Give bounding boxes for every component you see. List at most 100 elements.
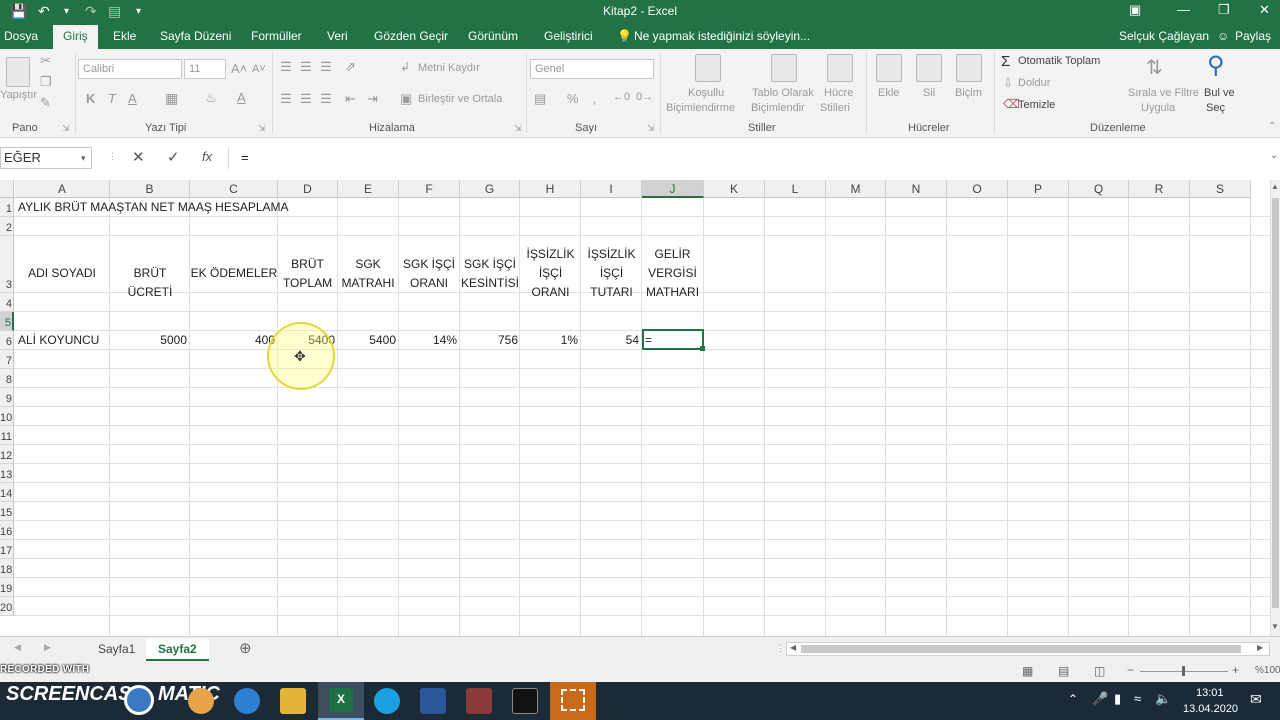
insert-cells-icon[interactable] bbox=[876, 54, 902, 82]
terminal-icon[interactable] bbox=[512, 688, 538, 714]
underline-button[interactable]: A bbox=[128, 91, 137, 106]
data-cell-gross-salary[interactable]: 5000 bbox=[110, 333, 187, 347]
row-header-2[interactable]: 2 bbox=[0, 217, 14, 236]
cell-styles-label-2[interactable]: Stilleri bbox=[820, 102, 850, 114]
column-header-g[interactable]: G bbox=[460, 180, 520, 198]
horizontal-scrollbar[interactable]: ◀ ▶ bbox=[786, 642, 1270, 656]
row-header-1[interactable]: 1 bbox=[0, 198, 14, 217]
battery-icon[interactable]: ▮ bbox=[1114, 691, 1121, 707]
ie-icon[interactable] bbox=[234, 688, 260, 714]
format-as-table-icon[interactable] bbox=[771, 54, 797, 82]
header-cell-name[interactable]: ADI SOYADI bbox=[15, 264, 109, 283]
recorder-taskbar-button[interactable] bbox=[550, 682, 596, 720]
row-header-19[interactable]: 19 bbox=[0, 578, 14, 597]
column-header-s[interactable]: S bbox=[1190, 180, 1251, 198]
percent-button[interactable]: % bbox=[567, 91, 579, 106]
skype-icon[interactable] bbox=[374, 688, 400, 714]
align-center-icon[interactable]: ☰ bbox=[300, 91, 312, 107]
notifications-icon[interactable]: ✉ bbox=[1250, 691, 1262, 708]
column-header-k[interactable]: K bbox=[704, 180, 765, 198]
name-box-dropdown-icon[interactable]: ▾ bbox=[81, 153, 86, 164]
find-select-label-1[interactable]: Bul ve bbox=[1204, 87, 1235, 99]
zoom-level[interactable]: %100 bbox=[1255, 665, 1280, 676]
format-table-label-2[interactable]: Biçimlendir bbox=[751, 102, 805, 114]
data-cell-unemployment-rate[interactable]: 1% bbox=[520, 333, 578, 347]
row-header-8[interactable]: 8 bbox=[0, 369, 14, 388]
tab-split-icon[interactable]: ⋮ bbox=[776, 643, 785, 654]
clock-date[interactable]: 13.04.2020 bbox=[1183, 703, 1238, 715]
dialog-launcher-icon[interactable]: ⇲ bbox=[514, 123, 522, 134]
font-color-icon[interactable]: A bbox=[237, 90, 246, 105]
close-icon[interactable]: ✕ bbox=[1259, 2, 1270, 18]
column-header-p[interactable]: P bbox=[1008, 180, 1069, 198]
format-cells-icon[interactable] bbox=[956, 54, 982, 82]
fill-color-icon[interactable]: ♨ bbox=[205, 90, 217, 106]
cell-styles-label-1[interactable]: Hücre bbox=[824, 87, 853, 99]
column-header-j[interactable]: J bbox=[642, 180, 704, 198]
tab-view[interactable]: Görünüm bbox=[468, 29, 518, 43]
row-header-7[interactable]: 7 bbox=[0, 350, 14, 369]
format-painter-icon[interactable]: ✎ bbox=[40, 95, 51, 111]
merge-icon[interactable]: ▣ bbox=[400, 91, 412, 107]
wrap-text-icon[interactable]: ↲ bbox=[400, 60, 410, 74]
sheet-title-cell[interactable]: AYLIK BRÜT MAAŞTAN NET MAAŞ HESAPLAMA bbox=[18, 200, 289, 214]
column-header-a[interactable]: A bbox=[15, 180, 110, 198]
tab-page-layout[interactable]: Sayfa Düzeni bbox=[160, 29, 231, 43]
align-middle-icon[interactable]: ☰ bbox=[300, 59, 312, 75]
share-button[interactable]: Paylaş bbox=[1235, 29, 1271, 43]
name-box[interactable]: EĞER bbox=[0, 147, 92, 169]
file-explorer-icon[interactable] bbox=[280, 688, 306, 714]
increase-indent-icon[interactable]: ⇥ bbox=[367, 91, 378, 107]
user-name[interactable]: Selçuk Çağlayan bbox=[1119, 29, 1209, 43]
enter-icon[interactable]: ✓ bbox=[167, 148, 180, 166]
vertical-scroll-thumb[interactable] bbox=[1272, 198, 1279, 608]
grow-font-icon[interactable]: A˄ bbox=[231, 61, 247, 76]
column-header-h[interactable]: H bbox=[520, 180, 581, 198]
row-header-20[interactable]: 20 bbox=[0, 597, 14, 616]
tab-review[interactable]: Gözden Geçir bbox=[374, 29, 448, 43]
conditional-label-1[interactable]: Koşullu bbox=[688, 87, 724, 99]
row-header-16[interactable]: 16 bbox=[0, 521, 14, 540]
sort-filter-icon[interactable]: ⇅ bbox=[1146, 55, 1163, 80]
row-header-10[interactable]: 10 bbox=[0, 407, 14, 426]
align-bottom-icon[interactable]: ☰ bbox=[320, 59, 332, 75]
data-cell-name[interactable]: ALİ KOYUNCU bbox=[18, 333, 99, 347]
column-header-r[interactable]: R bbox=[1129, 180, 1190, 198]
cancel-icon[interactable]: ✕ bbox=[132, 148, 145, 166]
delete-cells-button[interactable]: Sil bbox=[923, 87, 935, 99]
prev-sheet-icon[interactable]: ◀ bbox=[14, 642, 21, 653]
delete-cells-icon[interactable] bbox=[916, 54, 942, 82]
scroll-left-icon[interactable]: ◀ bbox=[790, 643, 796, 652]
wrap-text-button[interactable]: Metni Kaydır bbox=[418, 62, 480, 74]
merge-center-button[interactable]: Birleştir ve Ortala bbox=[418, 93, 502, 105]
scroll-down-icon[interactable]: ▼ bbox=[1271, 622, 1279, 631]
column-header-l[interactable]: L bbox=[765, 180, 826, 198]
row-header-15[interactable]: 15 bbox=[0, 502, 14, 521]
insert-cells-button[interactable]: Ekle bbox=[878, 87, 899, 99]
tab-insert[interactable]: Ekle bbox=[113, 29, 136, 43]
header-cell-sgk-deduction[interactable]: SGK İŞÇİ KESİNTİSİ bbox=[460, 255, 520, 293]
align-top-icon[interactable]: ☰ bbox=[280, 59, 292, 75]
normal-view-icon[interactable]: ▦ bbox=[1022, 664, 1033, 678]
sheet-tab-2[interactable]: Sayfa2 bbox=[146, 639, 209, 661]
zoom-out-icon[interactable]: − bbox=[1127, 663, 1134, 677]
restore-icon[interactable]: ❐ bbox=[1218, 2, 1230, 18]
zoom-slider-thumb[interactable] bbox=[1182, 666, 1185, 676]
microphone-icon[interactable]: 🎤 bbox=[1092, 691, 1108, 707]
font-name-input[interactable]: Calibri bbox=[78, 59, 182, 79]
row-header-4[interactable]: 4 bbox=[0, 293, 14, 312]
expand-formula-bar-icon[interactable]: ⌄ bbox=[1270, 150, 1278, 161]
ribbon-display-icon[interactable]: ▣ bbox=[1129, 2, 1141, 18]
borders-icon[interactable]: ▦ bbox=[165, 90, 178, 107]
shrink-font-icon[interactable]: A˅ bbox=[252, 63, 266, 75]
header-cell-sgk-rate[interactable]: SGK İŞÇİ ORANI bbox=[399, 255, 459, 293]
tab-home[interactable]: Giriş bbox=[53, 25, 98, 49]
word-icon[interactable] bbox=[420, 688, 446, 714]
row-header-5[interactable]: 5 bbox=[0, 312, 14, 331]
tray-chevron-icon[interactable]: ⌃ bbox=[1068, 692, 1078, 706]
fill-button[interactable]: Doldur bbox=[1018, 77, 1050, 89]
data-cell-sgk-rate[interactable]: 14% bbox=[399, 333, 457, 347]
row-header-14[interactable]: 14 bbox=[0, 483, 14, 502]
paste-icon[interactable] bbox=[6, 57, 30, 87]
tell-me-box[interactable]: Ne yapmak istediğinizi söyleyin... bbox=[634, 29, 810, 43]
